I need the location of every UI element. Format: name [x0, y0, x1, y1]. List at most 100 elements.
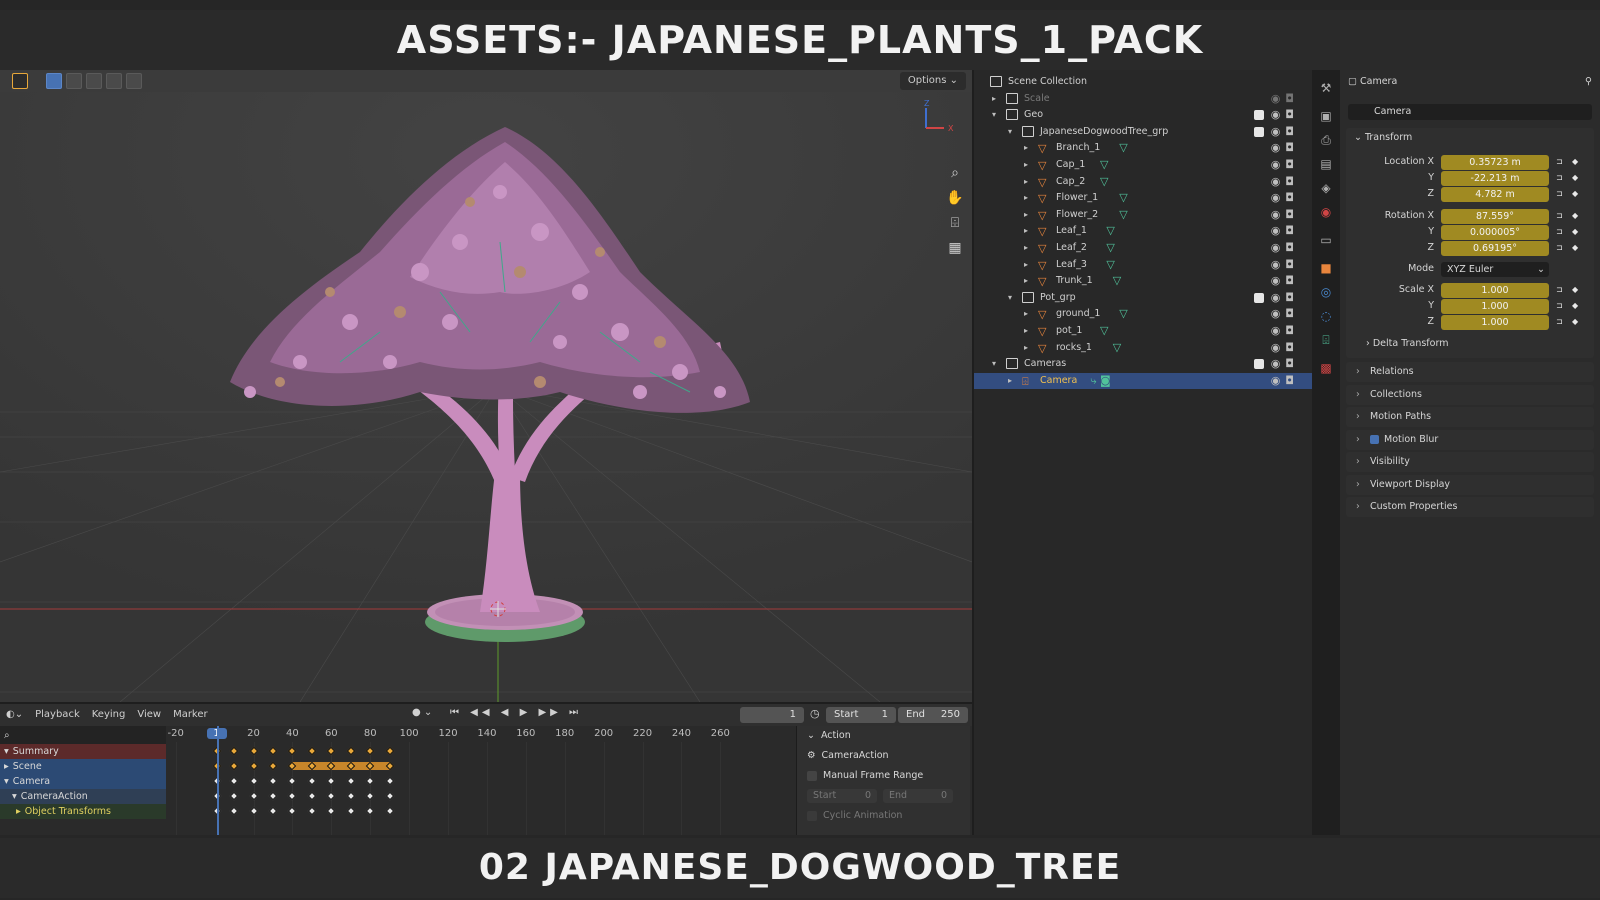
outliner-row[interactable]: ▸ ▽ Leaf_3 ▽ ◉ ◘ — [974, 257, 1312, 273]
keyframe-diamond[interactable] — [229, 746, 239, 756]
keyframe-diamond[interactable] — [249, 776, 258, 786]
outliner-row[interactable]: ▾ Cameras ◉ ◘ — [974, 356, 1312, 372]
render-camera-icon[interactable]: ◘ — [1285, 157, 1294, 173]
hand-icon[interactable]: ✋ — [944, 187, 966, 209]
disclosure-triangle-icon[interactable]: ▸ — [1024, 240, 1028, 256]
editor-type-icon[interactable]: ◐⌄ — [0, 704, 29, 726]
keyframe-diamond[interactable] — [327, 746, 336, 756]
channel-camera[interactable]: ▾ Camera — [0, 774, 166, 789]
select-invert-icon[interactable] — [106, 73, 122, 89]
render-camera-icon[interactable]: ◘ — [1285, 91, 1294, 107]
outliner-row[interactable]: ▸ ▽ Cap_1 ▽ ◉ ◘ — [974, 157, 1312, 173]
disclosure-triangle-icon[interactable]: ▸ — [992, 91, 996, 107]
keyframe-diamond[interactable] — [385, 746, 394, 756]
rotation-z-field[interactable]: 0.69195° — [1441, 241, 1549, 256]
panel-visibility[interactable]: › Visibility — [1346, 452, 1594, 472]
keyframe-diamond[interactable] — [268, 806, 278, 816]
outliner-row[interactable]: ▸ ▽ rocks_1 ▽ ◉ ◘ — [974, 340, 1312, 356]
data-tab-icon[interactable]: ⌹ — [1318, 332, 1334, 348]
render-camera-icon[interactable]: ◘ — [1285, 373, 1294, 389]
keyframe-diamond[interactable] — [288, 746, 297, 756]
keyframe-icon[interactable]: ◆ — [1572, 157, 1578, 166]
end-frame-field[interactable]: End 250 — [898, 707, 968, 723]
tool-tab-icon[interactable]: ⚒ — [1318, 80, 1334, 96]
rotation-y-field[interactable]: 0.000005° — [1441, 225, 1549, 240]
modifier-tab-icon[interactable]: ◎ — [1318, 284, 1334, 300]
mesh-data-icon[interactable]: ▽ — [1119, 306, 1127, 322]
outliner-row[interactable]: ▸ Scale ◉ ◘ — [974, 91, 1312, 107]
location-y-field[interactable]: -22.213 m — [1441, 171, 1549, 186]
outliner-row[interactable]: ▸ ⌹ Camera ⤷ ◙ ◉ ◘ — [974, 372, 1312, 389]
transform-header[interactable]: ⌄ Transform — [1354, 130, 1412, 146]
grid-icon[interactable]: ▦ — [944, 237, 966, 259]
mesh-data-icon[interactable]: ▽ — [1113, 340, 1121, 356]
render-camera-icon[interactable]: ◘ — [1285, 107, 1294, 123]
disclosure-triangle-icon[interactable]: ▸ — [1024, 207, 1028, 223]
action-start-field[interactable]: Start 0 — [807, 789, 877, 803]
keyframe-diamond[interactable] — [365, 776, 375, 786]
3d-viewport[interactable]: Options ⌄ Z X ⌕ ✋ ⌹ ▦ — [0, 70, 972, 702]
cyclic-checkbox[interactable] — [807, 811, 817, 821]
action-end-field[interactable]: End 0 — [883, 789, 953, 803]
scene-tab-icon[interactable]: ◈ — [1318, 180, 1334, 196]
channel-scene[interactable]: ▸ Scene — [0, 759, 166, 774]
eye-icon[interactable]: ◉ — [1271, 323, 1281, 339]
keyframe-diamond[interactable] — [229, 776, 239, 786]
keyframe-icon[interactable]: ◆ — [1572, 317, 1578, 326]
keyframe-diamond[interactable] — [346, 776, 356, 786]
mesh-data-icon[interactable]: ▽ — [1100, 174, 1108, 190]
outliner-row[interactable]: ▾ JapaneseDogwoodTree_grp ◉ ◘ — [974, 124, 1312, 140]
exclude-checkbox[interactable] — [1254, 292, 1264, 303]
outliner-row[interactable]: ▸ ▽ Leaf_2 ▽ ◉ ◘ — [974, 240, 1312, 256]
keyframe-diamond[interactable] — [249, 791, 258, 801]
keyframe-icon[interactable]: ◆ — [1572, 211, 1578, 220]
keyframe-diamond[interactable] — [307, 791, 317, 801]
select-subtract-icon[interactable] — [86, 73, 102, 89]
outliner-row[interactable]: ▸ ▽ Flower_2 ▽ ◉ ◘ — [974, 207, 1312, 223]
panel-motion-paths[interactable]: › Motion Paths — [1346, 407, 1594, 427]
disclosure-triangle-icon[interactable]: ▸ — [1024, 223, 1028, 239]
location-z-field[interactable]: 4.782 m — [1441, 187, 1549, 202]
keyframe-diamond[interactable] — [365, 746, 375, 756]
render-camera-icon[interactable]: ◘ — [1285, 240, 1294, 256]
select-new-icon[interactable] — [46, 73, 62, 89]
outliner-row[interactable]: ▸ ▽ Branch_1 ▽ ◉ ◘ — [974, 140, 1312, 156]
menu-marker[interactable]: Marker — [167, 704, 214, 726]
lock-icon[interactable]: ⊐ — [1556, 173, 1563, 182]
keyframe-diamond[interactable] — [288, 806, 297, 816]
select-mode-icon[interactable] — [12, 73, 28, 89]
render-camera-icon[interactable]: ◘ — [1285, 290, 1294, 306]
disclosure-triangle-icon[interactable]: ▸ — [1024, 157, 1028, 173]
panel-collections[interactable]: › Collections — [1346, 384, 1594, 405]
keyframe-diamond[interactable] — [229, 806, 239, 816]
render-camera-icon[interactable]: ◘ — [1285, 124, 1294, 140]
render-camera-icon[interactable]: ◘ — [1285, 223, 1294, 239]
outliner-row[interactable]: ▸ ▽ pot_1 ▽ ◉ ◘ — [974, 323, 1312, 339]
channel-camera-action[interactable]: ▾ CameraAction — [0, 789, 166, 804]
action-panel-header[interactable]: ⌄ Action — [797, 726, 970, 746]
eye-icon[interactable]: ◉ — [1271, 257, 1281, 273]
disclosure-triangle-icon[interactable]: ▸ — [1024, 190, 1028, 206]
keyframe-diamond[interactable] — [249, 806, 258, 816]
keyframe-diamond[interactable] — [327, 791, 336, 801]
camera-data-icon[interactable]: ⤷ ◙ — [1090, 373, 1110, 389]
motion-blur-checkbox[interactable] — [1370, 434, 1379, 444]
keyframe-diamond[interactable] — [288, 791, 297, 801]
exclude-checkbox[interactable] — [1254, 110, 1264, 121]
outliner-row[interactable]: ▾ Pot_grp ◉ ◘ — [974, 290, 1312, 306]
action-name-row[interactable]: ⚙ CameraAction — [797, 746, 970, 766]
render-tab-icon[interactable]: ▣ — [1318, 108, 1334, 124]
physics-tab-icon[interactable]: ◌ — [1318, 308, 1334, 324]
eye-icon[interactable]: ◉ — [1271, 91, 1281, 107]
keyframe-icon[interactable]: ◆ — [1572, 227, 1578, 236]
keyframe-icon[interactable]: ◆ — [1572, 189, 1578, 198]
channel-object-transforms[interactable]: ▸ Object Transforms — [0, 804, 166, 819]
mesh-data-icon[interactable]: ▽ — [1119, 190, 1127, 206]
disclosure-triangle-icon[interactable]: ▾ — [992, 107, 996, 123]
menu-view[interactable]: View — [131, 704, 167, 726]
disclosure-triangle-icon[interactable]: ▾ — [1008, 290, 1012, 306]
world-tab-icon[interactable]: ◉ — [1318, 204, 1334, 220]
keyframe-diamond[interactable] — [268, 761, 278, 771]
collection-tab-icon[interactable]: ▭ — [1318, 232, 1334, 248]
output-tab-icon[interactable]: ⎙ — [1318, 132, 1334, 148]
